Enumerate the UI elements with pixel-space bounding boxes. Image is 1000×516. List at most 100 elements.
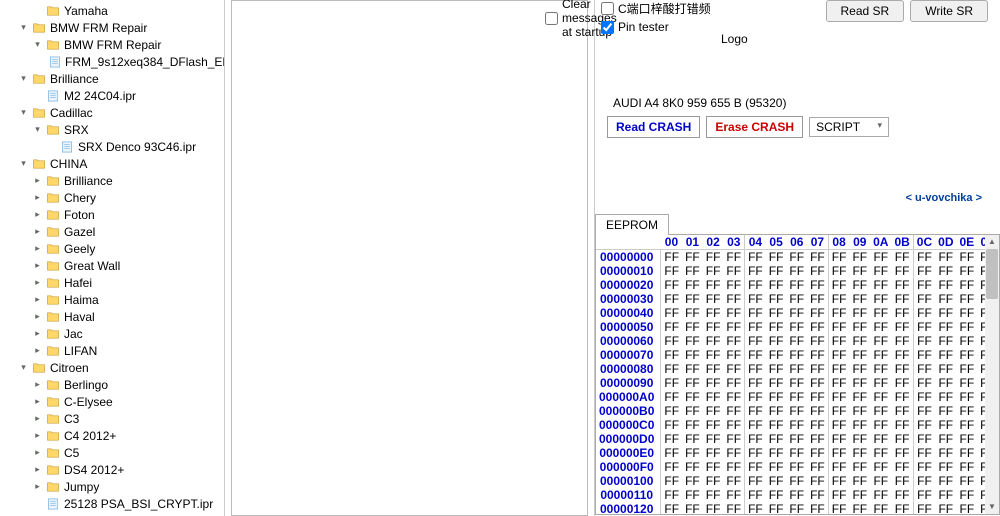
file-tree[interactable]: Yamaha▾BMW FRM Repair▾BMW FRM RepairFRM_… — [0, 0, 225, 516]
hex-cell[interactable]: FF — [661, 264, 682, 278]
hex-cell[interactable]: FF — [766, 264, 787, 278]
hex-cell[interactable]: FF — [870, 376, 891, 390]
hex-cell[interactable]: FF — [891, 250, 913, 265]
hex-cell[interactable]: FF — [891, 292, 913, 306]
hex-cell[interactable]: FF — [745, 390, 766, 404]
expand-icon[interactable]: ▸ — [32, 175, 43, 186]
hex-cell[interactable]: FF — [682, 334, 703, 348]
hex-cell[interactable]: FF — [849, 292, 870, 306]
hex-cell[interactable]: FF — [682, 292, 703, 306]
hex-cell[interactable]: FF — [807, 502, 828, 515]
hex-cell[interactable]: FF — [766, 250, 787, 265]
hex-cell[interactable]: FF — [891, 460, 913, 474]
expand-icon[interactable]: ▸ — [32, 447, 43, 458]
hex-cell[interactable]: FF — [745, 348, 766, 362]
hex-cell[interactable]: FF — [723, 418, 744, 432]
hex-cell[interactable]: FF — [870, 250, 891, 265]
expand-icon[interactable]: ▸ — [32, 379, 43, 390]
hex-cell[interactable]: FF — [745, 404, 766, 418]
tree-item[interactable]: ▸C4 2012+ — [0, 427, 224, 444]
hex-cell[interactable]: FF — [703, 278, 724, 292]
hex-cell[interactable]: FF — [786, 334, 807, 348]
hex-cell[interactable]: FF — [849, 460, 870, 474]
tree-item[interactable]: Yamaha — [0, 2, 224, 19]
tree-item[interactable]: ▸Haval — [0, 308, 224, 325]
hex-cell[interactable]: FF — [935, 390, 956, 404]
hex-cell[interactable]: FF — [807, 390, 828, 404]
hex-cell[interactable]: FF — [723, 446, 744, 460]
tree-item[interactable]: 25128 PSA_BSI_CRYPT.ipr — [0, 495, 224, 512]
hex-cell[interactable]: FF — [766, 474, 787, 488]
hex-cell[interactable]: FF — [849, 404, 870, 418]
hex-cell[interactable]: FF — [703, 348, 724, 362]
tree-item[interactable]: ▸Berlingo — [0, 376, 224, 393]
expand-icon[interactable]: ▸ — [32, 328, 43, 339]
hex-cell[interactable]: FF — [807, 306, 828, 320]
hex-cell[interactable]: FF — [661, 376, 682, 390]
hex-cell[interactable]: FF — [849, 446, 870, 460]
hex-cell[interactable]: FF — [849, 474, 870, 488]
hex-cell[interactable]: FF — [703, 292, 724, 306]
hex-cell[interactable]: FF — [723, 502, 744, 515]
hex-cell[interactable]: FF — [870, 502, 891, 515]
hex-cell[interactable]: FF — [828, 320, 849, 334]
expand-icon[interactable]: ▸ — [32, 209, 43, 220]
hex-cell[interactable]: FF — [849, 250, 870, 265]
hex-cell[interactable]: FF — [870, 404, 891, 418]
hex-cell[interactable]: FF — [682, 488, 703, 502]
hex-cell[interactable]: FF — [828, 334, 849, 348]
hex-cell[interactable]: FF — [828, 362, 849, 376]
hex-cell[interactable]: FF — [913, 250, 935, 265]
hex-cell[interactable]: FF — [828, 348, 849, 362]
hex-cell[interactable]: FF — [661, 306, 682, 320]
hex-cell[interactable]: FF — [723, 278, 744, 292]
hex-cell[interactable]: FF — [661, 446, 682, 460]
hex-cell[interactable]: FF — [891, 404, 913, 418]
hex-cell[interactable]: FF — [870, 264, 891, 278]
hex-cell[interactable]: FF — [703, 376, 724, 390]
tree-item[interactable]: ▸Haima — [0, 291, 224, 308]
hex-cell[interactable]: FF — [682, 502, 703, 515]
hex-cell[interactable]: FF — [786, 488, 807, 502]
hex-cell[interactable]: FF — [703, 488, 724, 502]
tree-item[interactable]: ▸Jac — [0, 325, 224, 342]
hex-cell[interactable]: FF — [703, 390, 724, 404]
hex-cell[interactable]: FF — [723, 348, 744, 362]
hex-cell[interactable]: FF — [935, 306, 956, 320]
hex-cell[interactable]: FF — [828, 418, 849, 432]
hex-cell[interactable]: FF — [935, 278, 956, 292]
hex-cell[interactable]: FF — [766, 320, 787, 334]
collapse-icon[interactable]: ▾ — [18, 107, 29, 118]
hex-cell[interactable]: FF — [956, 320, 977, 334]
hex-cell[interactable]: FF — [870, 460, 891, 474]
hex-cell[interactable]: FF — [682, 264, 703, 278]
expand-icon[interactable]: ▸ — [32, 481, 43, 492]
hex-cell[interactable]: FF — [723, 334, 744, 348]
hex-cell[interactable]: FF — [786, 460, 807, 474]
hex-cell[interactable]: FF — [891, 362, 913, 376]
hex-cell[interactable]: FF — [766, 348, 787, 362]
hex-cell[interactable]: FF — [956, 502, 977, 515]
hex-cell[interactable]: FF — [828, 390, 849, 404]
collapse-icon[interactable]: ▾ — [18, 22, 29, 33]
hex-cell[interactable]: FF — [849, 264, 870, 278]
hex-cell[interactable]: FF — [766, 362, 787, 376]
hex-cell[interactable]: FF — [807, 460, 828, 474]
hex-cell[interactable]: FF — [807, 320, 828, 334]
tree-item[interactable]: ▾Brilliance — [0, 70, 224, 87]
hex-cell[interactable]: FF — [723, 488, 744, 502]
hex-cell[interactable]: FF — [786, 320, 807, 334]
hex-cell[interactable]: FF — [703, 474, 724, 488]
hex-cell[interactable]: FF — [828, 278, 849, 292]
hex-cell[interactable]: FF — [913, 474, 935, 488]
expand-icon[interactable]: ▸ — [32, 260, 43, 271]
hex-cell[interactable]: FF — [913, 404, 935, 418]
hex-cell[interactable]: FF — [786, 306, 807, 320]
hex-cell[interactable]: FF — [891, 348, 913, 362]
tree-item[interactable]: ▸Foton — [0, 206, 224, 223]
hex-cell[interactable]: FF — [807, 446, 828, 460]
hex-cell[interactable]: FF — [828, 292, 849, 306]
hex-cell[interactable]: FF — [766, 278, 787, 292]
hex-cell[interactable]: FF — [682, 362, 703, 376]
hex-cell[interactable]: FF — [870, 474, 891, 488]
